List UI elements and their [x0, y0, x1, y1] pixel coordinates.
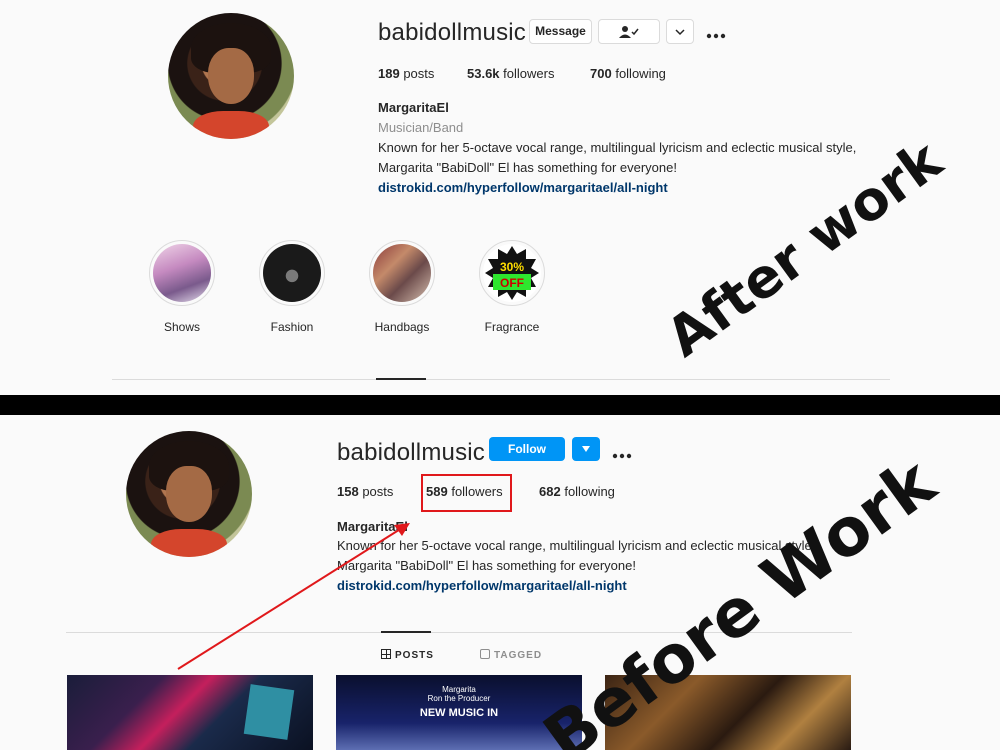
message-button[interactable]: Message — [529, 19, 592, 44]
posts-count: 189 posts — [378, 66, 435, 81]
highlight-shows[interactable] — [149, 240, 215, 306]
profile-avatar[interactable] — [168, 13, 294, 139]
after-work-panel: babidollmusic Message 189 posts 53.6k fo… — [0, 0, 1000, 395]
profile-bio: Known for her 5-octave vocal range, mult… — [378, 140, 857, 175]
profile-full-name: MargaritaEl — [378, 100, 449, 115]
panel-divider — [0, 395, 1000, 415]
section-divider — [112, 379, 890, 380]
following-count[interactable]: 700 following — [590, 66, 666, 81]
discount-badge-icon: 30% OFF — [485, 246, 539, 300]
profile-username: babidollmusic — [378, 19, 527, 46]
profile-category: Musician/Band — [378, 120, 464, 135]
badge-text: 30% — [500, 260, 524, 274]
active-tab-indicator — [376, 378, 426, 380]
followers-count[interactable]: 53.6k followers — [467, 66, 554, 81]
highlight-label: Fashion — [270, 320, 314, 334]
suggested-dropdown-button[interactable] — [666, 19, 694, 44]
highlight-label: Shows — [163, 320, 201, 334]
chevron-down-icon — [675, 29, 685, 36]
person-check-icon — [619, 26, 639, 38]
before-work-panel: babidollmusic Follow 158 posts 589 follo… — [0, 415, 1000, 750]
more-options-button[interactable] — [706, 26, 726, 44]
highlight-label: Handbags — [374, 320, 430, 334]
following-button[interactable] — [598, 19, 660, 44]
profile-link[interactable]: distrokid.com/hyperfollow/margaritael/al… — [378, 180, 668, 195]
red-arrow-annotation — [177, 523, 410, 670]
more-dots-icon — [706, 33, 726, 39]
highlight-fragrance[interactable]: 30% OFF — [479, 240, 545, 306]
badge-sub: OFF — [500, 276, 524, 290]
highlight-label: Fragrance — [484, 320, 540, 334]
highlight-handbags[interactable] — [369, 240, 435, 306]
highlight-fashion[interactable] — [259, 240, 325, 306]
